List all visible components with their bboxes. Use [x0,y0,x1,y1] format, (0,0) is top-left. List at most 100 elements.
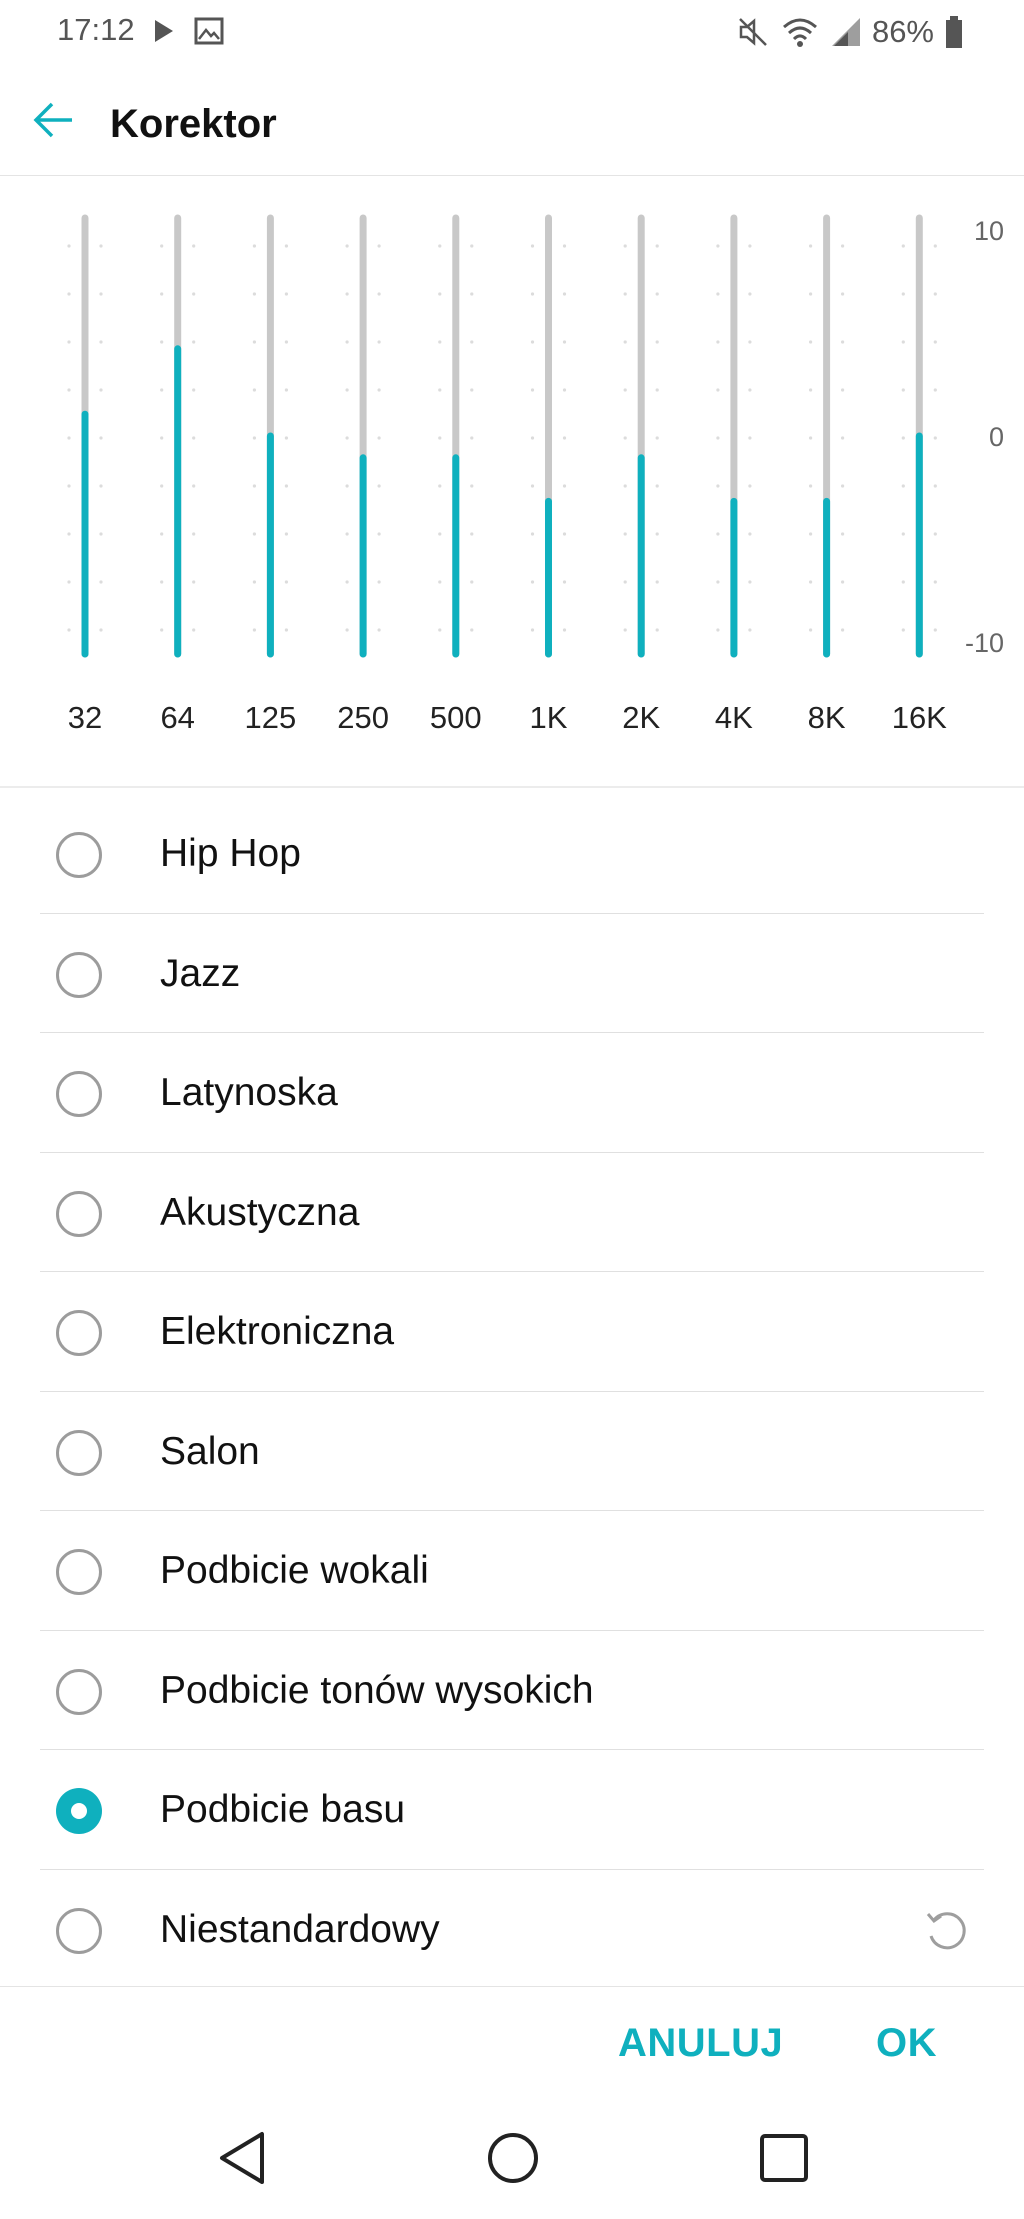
grid-dot [901,388,905,392]
grid-dot [438,292,442,296]
grid-dot [99,388,103,392]
grid-dot [377,484,381,488]
grid-dot [716,484,720,488]
nav-home-icon[interactable] [481,2126,545,2190]
grid-dot [252,628,256,632]
grid-dot [530,628,535,632]
grid-dot [345,244,349,248]
preset-label: Jazz [160,951,241,995]
grid-dot [284,580,288,584]
radio-button[interactable] [56,951,102,998]
preset-item[interactable]: Salon [40,1392,984,1511]
grid-dot [530,244,535,248]
grid-dot [655,436,659,440]
grid-dot [377,244,381,248]
grid-dot [933,484,937,488]
preset-label: Niestandardowy [160,1907,440,1951]
grid-dot [67,532,71,536]
grid-dot [160,436,164,440]
grid-dot [67,388,71,392]
grid-dot [933,580,937,584]
grid-dot [901,532,905,536]
radio-button[interactable] [56,1310,102,1356]
grid-dot [438,244,442,248]
preset-item[interactable]: Jazz [40,914,984,1033]
grid-dot [438,484,442,488]
back-button[interactable] [28,96,80,148]
grid-dot [377,436,381,440]
grid-dot [748,532,752,536]
grid-dot [377,388,381,392]
grid-dot [470,580,474,584]
status-time: 17:12 [57,12,135,47]
grid-dot [377,580,381,584]
preset-item[interactable]: Elektroniczna [40,1272,984,1392]
grid-dot [377,628,381,632]
grid-dot [252,436,256,440]
grid-dot [623,292,627,296]
grid-dot [192,532,196,536]
grid-dot [160,532,164,536]
grid-dot [933,292,937,296]
grid-dot [67,244,71,248]
grid-dot [192,580,196,584]
grid-dot [716,628,720,632]
grid-dot [748,388,752,392]
grid-dot [623,628,627,632]
grid-dot [716,436,720,440]
grid-dot [901,244,905,248]
grid-dot [160,292,164,296]
grid-dot [901,580,905,584]
battery-percent: 86% [871,14,934,49]
preset-item[interactable]: Podbicie basu [40,1750,984,1870]
grid-dot [901,628,905,632]
app-bar: Korektor [0,66,1024,176]
nav-recents-icon[interactable] [752,2126,816,2190]
radio-button[interactable] [56,1549,102,1595]
radio-button[interactable] [56,1071,102,1117]
radio-button[interactable] [56,1429,102,1476]
grid-dot [748,484,752,488]
grid-dot [192,436,196,440]
reset-icon[interactable] [922,1906,972,1956]
grid-dot [160,580,164,584]
grid-dot [809,244,813,248]
grid-dot [284,436,288,440]
grid-dot [841,532,845,536]
grid-dot [438,580,442,584]
preset-item[interactable]: Latynoska [40,1033,984,1153]
grid-dot [252,388,256,392]
band-label: 125 [244,700,297,735]
cancel-button[interactable]: ANULUJ [618,2021,783,2066]
radio-button[interactable] [56,1907,102,1954]
preset-item[interactable]: Podbicie tonów wysokich [40,1631,984,1750]
band-label: 8K [807,700,846,735]
nav-back-icon[interactable] [212,2126,276,2190]
grid-dot [99,244,103,248]
grid-dot [470,532,474,536]
radio-button[interactable] [56,1668,102,1715]
grid-dot [345,484,349,488]
grid-dot [655,340,659,344]
grid-dot [809,340,813,344]
grid-dot [716,340,720,344]
grid-dot [192,484,196,488]
preset-list: Hip Hop Jazz Latynoska Akustyczna Elektronic… [0,794,1024,1989]
preset-item[interactable]: Niestandardowy [40,1870,984,1990]
grid-dot [99,532,103,536]
grid-dot [530,532,535,536]
grid-dot [655,292,659,296]
radio-button[interactable] [56,1190,102,1237]
status-icons: 86% [736,12,964,52]
grid-dot [623,388,627,392]
preset-item[interactable]: Akustyczna [40,1153,984,1272]
grid-dot [160,244,164,248]
grid-dot [252,292,256,296]
grid-dot [160,388,164,392]
grid-dot [67,628,71,632]
preset-item[interactable]: Podbicie wokali [40,1511,984,1631]
preset-item[interactable]: Hip Hop [40,794,984,914]
ok-button[interactable]: OK [876,2021,937,2066]
radio-button[interactable] [56,832,102,878]
radio-button-checked[interactable] [56,1788,102,1834]
